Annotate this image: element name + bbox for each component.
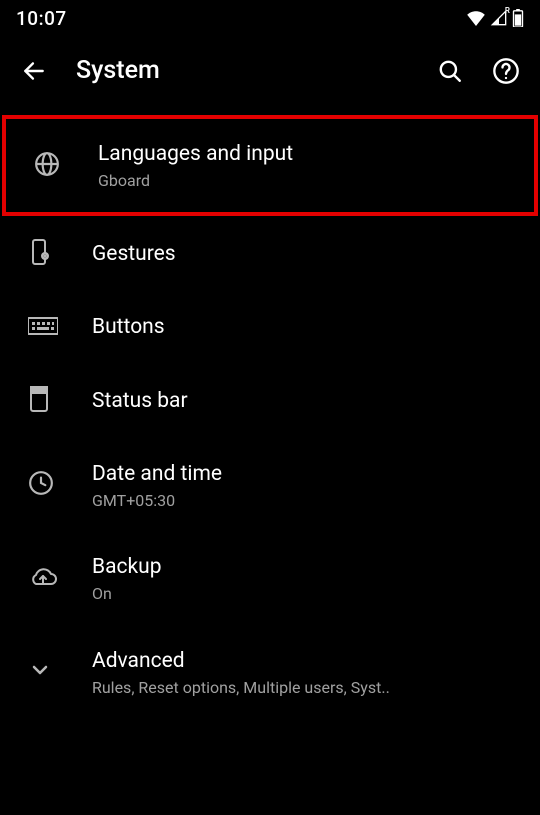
settings-item-backup[interactable]: Backup On <box>0 532 540 625</box>
cloud-upload-icon <box>28 566 58 592</box>
item-subtitle: Rules, Reset options, Multiple users, Sy… <box>92 678 520 697</box>
item-title: Backup <box>92 554 520 580</box>
item-title: Gestures <box>92 241 520 267</box>
settings-item-status-bar[interactable]: Status bar <box>0 363 540 439</box>
item-subtitle: Gboard <box>98 171 514 190</box>
help-button[interactable] <box>492 57 520 85</box>
keyboard-icon <box>28 315 58 341</box>
wifi-icon <box>466 10 486 26</box>
item-subtitle: GMT+05:30 <box>92 491 520 510</box>
settings-item-date-and-time[interactable]: Date and time GMT+05:30 <box>0 439 540 532</box>
status-clock: 10:07 <box>16 7 67 30</box>
item-subtitle: On <box>92 584 520 603</box>
item-title: Languages and input <box>98 141 514 167</box>
status-bar: 10:07 R <box>0 0 540 36</box>
chevron-down-icon <box>28 658 52 686</box>
settings-item-languages-and-input[interactable]: Languages and input Gboard <box>2 115 538 216</box>
settings-list: Languages and input Gboard Gestures Butt… <box>0 105 540 719</box>
status-icons: R <box>466 9 524 27</box>
signal-icon: R <box>490 10 508 26</box>
status-bar-icon <box>28 385 50 417</box>
back-button[interactable] <box>20 57 48 85</box>
settings-item-gestures[interactable]: Gestures <box>0 216 540 292</box>
clock-icon <box>28 470 54 500</box>
search-button[interactable] <box>436 57 464 85</box>
page-title: System <box>76 56 408 85</box>
settings-item-advanced[interactable]: Advanced Rules, Reset options, Multiple … <box>0 626 540 719</box>
globe-icon <box>34 151 60 181</box>
item-title: Buttons <box>92 314 520 340</box>
phone-gesture-icon <box>28 238 52 270</box>
item-title: Date and time <box>92 461 520 487</box>
item-title: Advanced <box>92 648 520 674</box>
app-bar: System <box>0 36 540 105</box>
item-title: Status bar <box>92 388 520 414</box>
battery-icon <box>512 9 524 27</box>
settings-item-buttons[interactable]: Buttons <box>0 292 540 362</box>
